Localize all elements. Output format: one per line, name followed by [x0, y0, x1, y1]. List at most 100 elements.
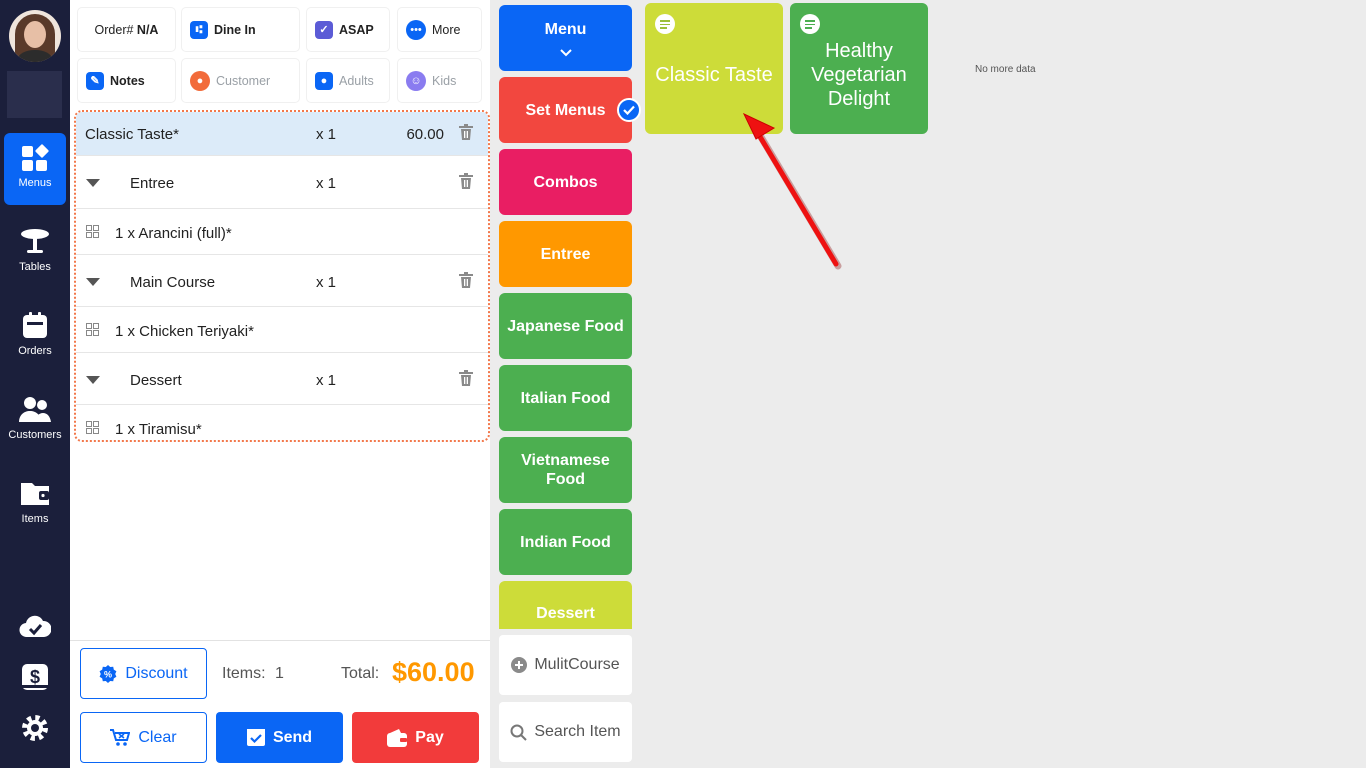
product-label: Classic Taste [655, 64, 773, 86]
category-set-menus[interactable]: Set Menus [499, 77, 632, 143]
asap-button[interactable]: ✓ ASAP [307, 8, 389, 51]
order-line[interactable]: 1 x Arancini (full)* [76, 209, 488, 255]
order-number-value: N/A [136, 22, 159, 37]
more-button[interactable]: ••• More [398, 8, 481, 51]
line-qty: x 1 [316, 175, 337, 192]
asap-label: ASAP [339, 22, 374, 37]
kids-label: Kids [432, 73, 457, 88]
trash-icon[interactable] [459, 173, 473, 189]
items-label: Items: [222, 665, 266, 682]
notes-label: Notes [110, 73, 145, 88]
category-label: Combos [533, 173, 598, 191]
category-label: Dessert [536, 605, 595, 622]
line-qty: x 1 [316, 372, 337, 389]
discount-icon: % [99, 664, 117, 683]
multicourse-label: MulitCourse [534, 656, 620, 673]
chevron-down-icon [559, 48, 572, 56]
annotation-arrow-icon [742, 112, 842, 270]
user-avatar[interactable] [9, 10, 61, 62]
multicourse-button[interactable]: MulitCourse [499, 635, 632, 695]
line-name: Classic Taste* [85, 126, 179, 143]
category-entree[interactable]: Entree [499, 221, 632, 287]
grid-icon [86, 225, 99, 238]
nav-item-tables[interactable]: Tables [4, 217, 66, 289]
cash-register-icon[interactable]: $ [19, 661, 51, 693]
clear-label: Clear [138, 728, 177, 746]
category-vietnamese-food[interactable]: Vietnamese Food [499, 437, 632, 503]
order-line[interactable]: Main Course x 1 [76, 255, 488, 307]
category-label: Entree [540, 245, 591, 263]
collapse-caret-icon[interactable] [86, 376, 100, 384]
trash-icon[interactable] [459, 370, 473, 386]
side-nav: Menus Tables Orders Customers Items $ [0, 0, 70, 768]
settings-icon[interactable] [19, 712, 51, 744]
grid-icon [86, 323, 99, 336]
note-icon [800, 14, 820, 34]
nav-label: Menus [18, 177, 52, 189]
order-number-chip: Order# N/A [78, 8, 175, 51]
category-label: Vietnamese Food [521, 452, 610, 488]
nav-label: Tables [19, 261, 51, 273]
order-line[interactable]: 1 x Chicken Teriyaki* [76, 307, 488, 353]
customer-button[interactable]: ● Customer [182, 59, 299, 102]
dine-in-icon: ⑆ [190, 20, 208, 39]
adults-label: Adults [339, 73, 374, 88]
calendar-check-icon: ✓ [315, 20, 333, 39]
category-dessert[interactable]: Dessert [499, 581, 632, 629]
nav-item-menus[interactable]: Menus [4, 133, 66, 205]
pay-label: Pay [415, 728, 444, 746]
order-line[interactable]: Dessert x 1 [76, 353, 488, 405]
discount-button[interactable]: % Discount [80, 648, 207, 699]
collapse-caret-icon[interactable] [86, 179, 100, 187]
edit-icon: ✎ [86, 71, 104, 90]
nav-item-orders[interactable]: Orders [4, 301, 66, 373]
order-line[interactable]: Classic Taste* x 1 60.00 [76, 112, 488, 156]
pay-button[interactable]: Pay [352, 712, 479, 763]
line-qty: x 1 [316, 126, 337, 143]
customer-label: Customer [216, 73, 271, 88]
nav-item-items[interactable]: Items [4, 469, 66, 541]
line-name: Main Course [130, 274, 216, 291]
category-label: Indian Food [520, 533, 611, 551]
line-name: 1 x Arancini (full)* [115, 225, 232, 242]
clear-button[interactable]: Clear [80, 712, 207, 763]
nav-label: Customers [8, 429, 62, 441]
adults-button[interactable]: ● Adults [307, 59, 389, 102]
dine-in-label: Dine In [214, 22, 256, 37]
menu-dropdown-button[interactable]: Menu [499, 5, 632, 71]
customers-icon [19, 397, 51, 422]
order-lines: Classic Taste* x 1 60.00 Entree x 1 1 x … [74, 110, 490, 442]
discount-label: Discount [125, 664, 188, 682]
items-count: 1 [275, 665, 284, 682]
dine-in-button[interactable]: ⑆ Dine In [182, 8, 299, 51]
table-icon [21, 229, 49, 253]
cloud-sync-icon[interactable] [19, 611, 51, 643]
send-label: Send [272, 728, 313, 746]
customer-icon: ● [190, 70, 210, 91]
wallet-icon [387, 728, 408, 747]
kid-icon: ☺ [406, 70, 426, 91]
order-footer: % Discount Items: 1 Total: $60.00 Clear … [70, 640, 490, 768]
notes-button[interactable]: ✎ Notes [78, 59, 175, 102]
more-label: More [432, 22, 461, 37]
menus-icon [22, 144, 49, 171]
category-italian-food[interactable]: Italian Food [499, 365, 632, 431]
line-name: 1 x Tiramisu* [115, 421, 202, 438]
category-indian-food[interactable]: Indian Food [499, 509, 632, 575]
category-japanese-food[interactable]: Japanese Food [499, 293, 632, 359]
nav-item-customers[interactable]: Customers [4, 385, 66, 457]
collapse-caret-icon[interactable] [86, 278, 100, 286]
trash-icon[interactable] [459, 124, 473, 140]
kids-button[interactable]: ☺ Kids [398, 59, 481, 102]
orders-icon [23, 312, 47, 338]
search-item-button[interactable]: Search Item [499, 702, 632, 762]
trash-icon[interactable] [459, 272, 473, 288]
items-icon [21, 483, 49, 505]
total-label: Total: [341, 665, 380, 682]
grid-icon [86, 421, 99, 434]
order-line[interactable]: 1 x Tiramisu* [76, 405, 488, 440]
send-button[interactable]: Send [216, 712, 343, 763]
line-price: 60.00 [406, 126, 444, 143]
order-line[interactable]: Entree x 1 [76, 156, 488, 209]
category-combos[interactable]: Combos [499, 149, 632, 215]
